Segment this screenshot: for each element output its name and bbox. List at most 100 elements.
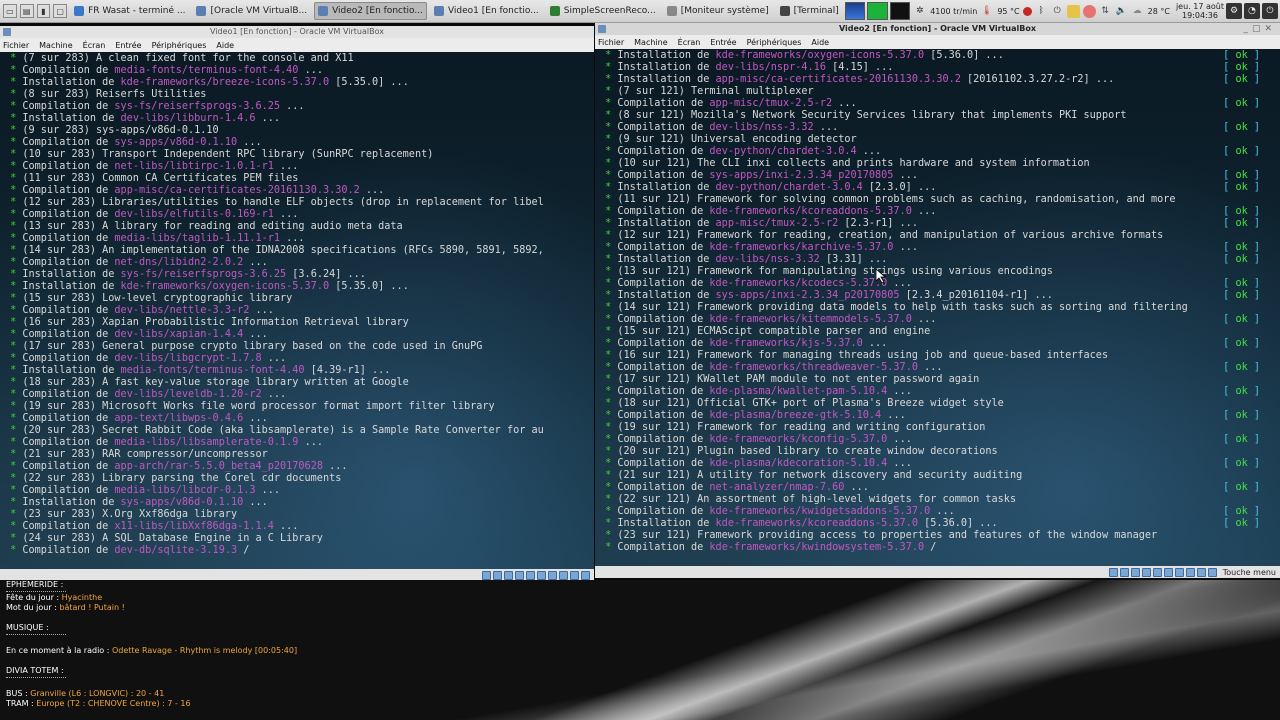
package-atom: sys-apps/inxi-2.3.34_p20170805 [709,170,894,181]
action-verb: Compilation de [22,389,115,400]
action-verb: Installation de [22,113,121,124]
notes-icon[interactable] [1066,4,1080,18]
menu-machine[interactable]: Machine [634,38,668,47]
clock[interactable]: jeu. 17 août 19:04:36 [1176,2,1224,20]
menu-fichier[interactable]: Fichier [3,41,29,50]
volume-icon[interactable]: 🔈 [1115,5,1128,18]
lock-icon[interactable]: ◔ [1243,3,1260,19]
ok-status: [ ok ] [1223,146,1260,157]
network-adapter-icon[interactable] [1141,567,1151,577]
network-graph[interactable] [889,2,911,20]
hdd-icon[interactable] [482,570,491,580]
ok-label: ok [1235,518,1248,529]
menu-peripheriques[interactable]: Périphériques [747,38,802,47]
terminal-line: * (18 sur 121) Official GTK+ port of Pla… [599,398,1280,410]
optical-drive-icon[interactable] [1119,567,1129,577]
capture-icon[interactable] [559,570,568,580]
bluetooth-icon[interactable]: ᛒ [1035,5,1048,18]
shared-folder-icon[interactable] [537,570,546,580]
package-atom: app-arch/rar-5.5.0_beta4_p20170628 [114,461,323,472]
shared-folder-icon[interactable] [1163,567,1173,577]
record-icon[interactable] [1022,6,1032,16]
package-atom: media-libs/libcdr-0.1.3 [114,485,256,496]
taskbar-task[interactable]: Video1 [En fonctio... [430,2,543,20]
thermometer-icon: 🌡 [981,6,993,16]
menu-fichier[interactable]: Fichier [598,38,624,47]
cpu-graph[interactable] [844,2,866,20]
bullet-star: * [599,422,618,433]
menu-aide[interactable]: Aide [811,38,829,47]
package-suffix: ... [322,461,348,472]
terminal-line: * Compilation de kde-frameworks/karchive… [599,242,1280,254]
terminal-line: * (17 sur 121) KWallet PAM module to not… [599,374,1280,386]
menu-entree[interactable]: Entrée [710,38,736,47]
package-atom: dev-libs/nss-3.32 [709,122,814,133]
package-suffix: ... [887,458,912,469]
package-suffix: ... [261,389,287,400]
host-key-label: Touche menu [1222,567,1276,577]
window-titlebar[interactable]: Video2 [En fonction] - Oracle VM Virtual… [595,23,1280,35]
mouse-integration-icon[interactable] [581,570,590,580]
package-atom: kde-frameworks/karchive-5.37.0 [709,242,894,253]
vm-screen[interactable]: * Installation de kde-frameworks/oxygen-… [595,49,1280,566]
package-suffix: / [924,542,937,553]
network-icon[interactable]: ⇅ [1099,5,1112,18]
menu-entree[interactable]: Entrée [115,41,141,50]
bullet-star: * [599,398,618,409]
optical-drive-icon[interactable] [493,570,502,580]
terminal-line: * (10 sur 283) Transport Independent RPC… [4,149,594,161]
menu-bar: Fichier Machine Écran Entrée Périphériqu… [0,38,594,53]
file-manager-launcher-icon[interactable]: ▢ [53,4,68,18]
alert-icon[interactable] [1082,4,1096,18]
settings-icon[interactable]: ⚙ [1225,3,1242,19]
menu-bar: Fichier Machine Écran Entrée Périphériqu… [595,35,1280,50]
usb-icon[interactable] [1152,567,1162,577]
memory-graph[interactable] [867,2,888,20]
weather-icon[interactable]: ☁ [1131,5,1144,18]
hdd-icon[interactable] [1108,567,1118,577]
ok-label: ok [1235,218,1248,229]
display-icon[interactable] [1174,567,1184,577]
logout-icon[interactable]: ⏻ [1261,3,1278,19]
package-description: (8 sur 283) Reiserfs Utilities [22,89,207,100]
ok-status: [ ok ] [1223,170,1260,181]
audio-icon[interactable] [504,570,513,580]
power-icon[interactable]: ⏻ [1051,5,1064,18]
taskbar-task[interactable]: FR Wasat - terminé ... [70,2,189,20]
taskbar-task[interactable]: [Oracle VM VirtualB... [192,2,311,20]
display-icon[interactable] [548,570,557,580]
bullet-star: * [599,434,618,445]
menu-machine[interactable]: Machine [39,41,73,50]
cpu-activity-icon[interactable] [1196,567,1206,577]
network-adapter-icon[interactable] [515,570,524,580]
window-list-icon[interactable]: ▤ [19,4,34,18]
terminal-line: * Compilation de dev-libs/xapian-1.4.4 .… [4,329,594,341]
package-description: (12 sur 121) Framework for reading, crea… [617,230,1164,241]
terminal-line: * Installation de dev-python/chardet-3.0… [599,182,1280,194]
mot-label: Mot du jour : [6,603,60,612]
bullet-star: * [4,53,23,64]
menu-ecran[interactable]: Écran [83,41,106,50]
window-titlebar[interactable]: Video1 [En fonction] - Oracle VM Virtual… [0,26,594,38]
bullet-star: * [599,446,618,457]
taskbar-task[interactable]: [Terminal] [776,2,843,20]
menu-aide[interactable]: Aide [216,41,234,50]
action-verb: Compilation de [22,233,115,244]
terminal-launcher-icon[interactable]: ▮ [36,4,51,18]
menu-peripheriques[interactable]: Périphériques [152,41,207,50]
show-desktop-icon[interactable]: ▭ [3,4,17,18]
cpu-activity-icon[interactable] [570,570,579,580]
window-controls[interactable]: _▢✕ [1243,23,1276,35]
taskbar-task[interactable]: [Moniteur système] [663,2,773,20]
taskbar-task[interactable]: SimpleScreenReco... [546,2,660,20]
vm-screen[interactable]: * (7 sur 283) A clean fixed font for the… [0,52,594,569]
capture-icon[interactable] [1185,567,1195,577]
taskbar-task[interactable]: Video2 [En fonctio... [314,2,427,20]
usb-icon[interactable] [526,570,535,580]
package-suffix: [5.36.0] ... [924,50,1004,61]
menu-ecran[interactable]: Écran [678,38,701,47]
ok-status: [ ok ] [1223,74,1260,85]
audio-icon[interactable] [1130,567,1140,577]
mouse-integration-icon[interactable] [1207,567,1217,577]
ok-status: [ ok ] [1223,122,1260,133]
